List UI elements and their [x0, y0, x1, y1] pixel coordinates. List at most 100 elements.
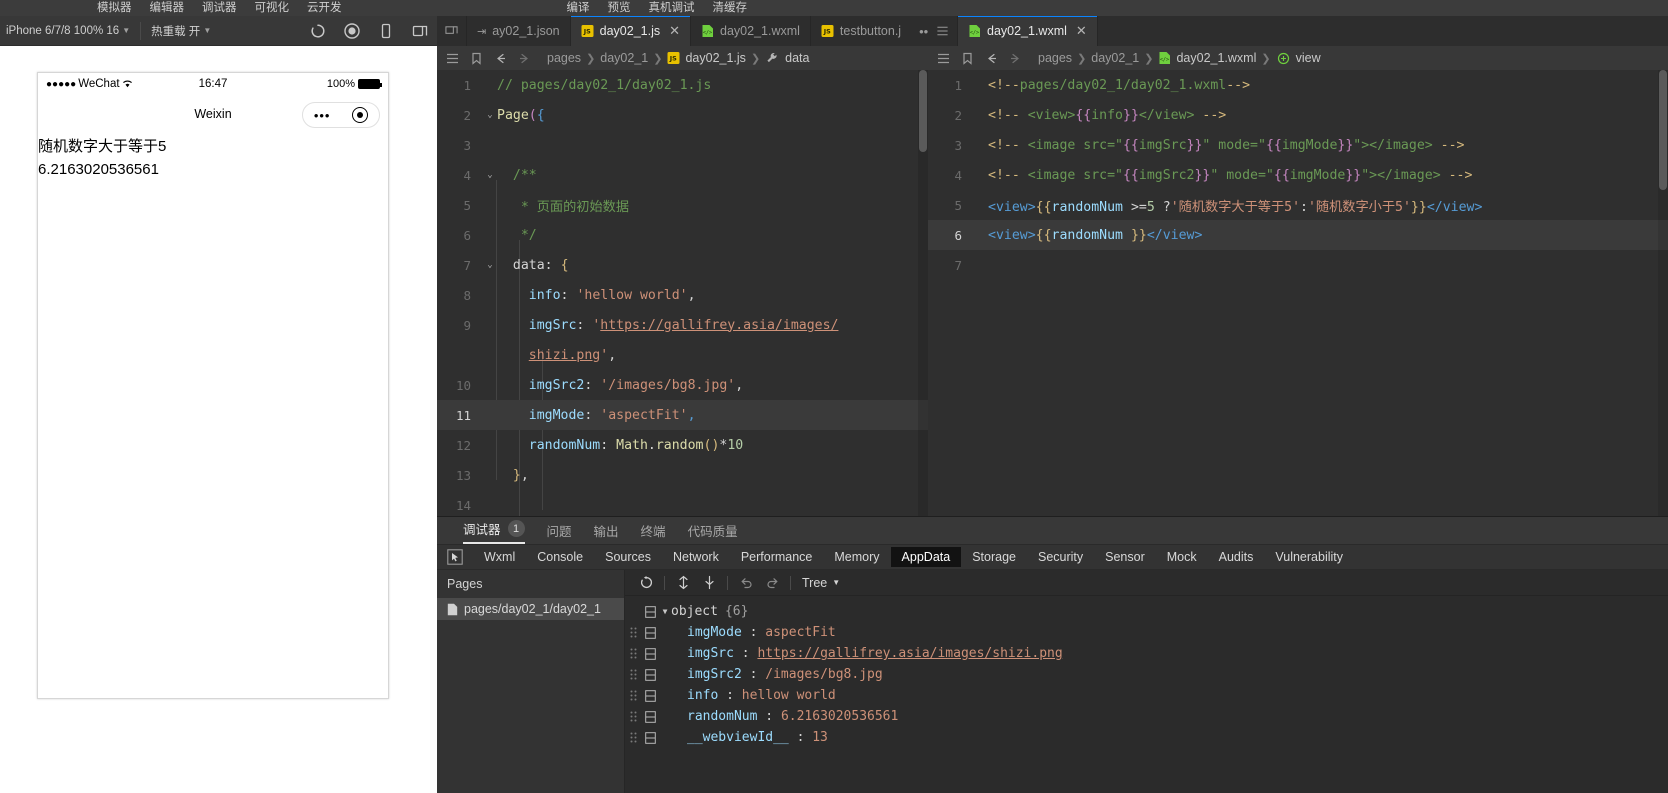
- devtools-tab[interactable]: Vulnerability: [1264, 547, 1354, 567]
- code-line[interactable]: 10 imgSrc2: '/images/bg8.jpg',: [437, 370, 928, 400]
- debugger-tab[interactable]: 终端: [641, 521, 666, 544]
- edit-box-icon[interactable]: [641, 731, 659, 744]
- breadcrumb-part-day02_1[interactable]: day02_1: [600, 51, 648, 65]
- breadcrumb-part-pages[interactable]: pages: [547, 51, 581, 65]
- devtools-tab[interactable]: Mock: [1156, 547, 1208, 567]
- fold-toggle-icon[interactable]: ⌄: [483, 110, 497, 120]
- devtools-tab[interactable]: Sources: [594, 547, 662, 567]
- more-icon[interactable]: •••: [314, 109, 331, 122]
- pages-list-item[interactable]: pages/day02_1/day02_1: [437, 598, 624, 620]
- code-line[interactable]: 2 ⌄ Page({: [437, 100, 928, 130]
- tree-root-row[interactable]: ▼ object {6}: [625, 601, 1668, 622]
- row-grip[interactable]: [625, 648, 641, 659]
- debugger-tab[interactable]: 代码质量: [688, 521, 738, 544]
- code-line[interactable]: shizi.png',: [437, 340, 928, 370]
- code-line[interactable]: 13 },: [437, 460, 928, 490]
- back-arrow-icon[interactable]: [493, 51, 508, 66]
- breadcrumb-part-pages[interactable]: pages: [1038, 51, 1072, 65]
- devtools-tab[interactable]: Storage: [961, 547, 1027, 567]
- tab-group-icon[interactable]: [928, 16, 958, 46]
- capsule-menu[interactable]: •••: [302, 102, 380, 128]
- js-editor-scrollbar[interactable]: [918, 70, 928, 540]
- row-grip[interactable]: [625, 690, 641, 701]
- devtools-tab[interactable]: Audits: [1208, 547, 1265, 567]
- menu-item-clear-cache[interactable]: 清缓存: [713, 0, 748, 16]
- refresh-icon[interactable]: [633, 573, 659, 593]
- code-line[interactable]: 6 */: [437, 220, 928, 250]
- devtools-tab[interactable]: Memory: [823, 547, 890, 567]
- hot-reload-selector[interactable]: 热重载 开 ▼: [151, 23, 211, 39]
- tab-day02_1-js[interactable]: JS day02_1.js ✕: [570, 16, 692, 46]
- debugger-tab[interactable]: 问题: [547, 521, 572, 544]
- menu-item-editor[interactable]: 编辑器: [150, 0, 185, 16]
- breadcrumb-part-day02_1[interactable]: day02_1: [1091, 51, 1139, 65]
- fold-toggle-icon[interactable]: ⌄: [483, 260, 497, 270]
- bookmark-icon[interactable]: [469, 51, 484, 66]
- edit-box-icon[interactable]: [641, 689, 659, 702]
- tree-row[interactable]: __webviewId__ : 13: [625, 727, 1668, 748]
- tree-row[interactable]: imgSrc2 : /images/bg8.jpg: [625, 664, 1668, 685]
- tab-day02_1-wxml[interactable]: </> day02_1.wxml: [691, 16, 811, 46]
- scrollbar-thumb[interactable]: [1659, 70, 1667, 190]
- devtools-tab[interactable]: AppData: [890, 547, 962, 567]
- code-line[interactable]: 5 <view>{{randomNum >=5 ?'随机数字大于等于5':'随机数…: [928, 190, 1668, 220]
- menu-item-visualization[interactable]: 可视化: [255, 0, 290, 16]
- device-selector[interactable]: iPhone 6/7/8 100% 16 ▼: [0, 25, 130, 37]
- tree-row[interactable]: imgMode : aspectFit: [625, 622, 1668, 643]
- menu-item-preview[interactable]: 预览: [608, 0, 631, 16]
- breadcrumb-part-file[interactable]: day02_1.wxml: [1176, 51, 1256, 65]
- edit-box-icon[interactable]: [641, 647, 659, 660]
- devtools-tab[interactable]: Security: [1027, 547, 1094, 567]
- outline-icon[interactable]: [936, 51, 951, 66]
- tree-row[interactable]: randomNum : 6.2163020536561: [625, 706, 1668, 727]
- devtools-tab[interactable]: Console: [526, 547, 594, 567]
- code-line[interactable]: 1 // pages/day02_1/day02_1.js: [437, 70, 928, 100]
- tab-day02_1-wxml-active[interactable]: </> day02_1.wxml ✕: [958, 16, 1098, 46]
- menu-item-real-device-debug[interactable]: 真机调试: [649, 0, 695, 16]
- breadcrumb-part-symbol[interactable]: view: [1296, 51, 1321, 65]
- scrollbar-thumb[interactable]: [919, 70, 927, 152]
- close-icon[interactable]: ✕: [669, 23, 680, 39]
- code-line[interactable]: 2 <!-- <view>{{info}}</view> -->: [928, 100, 1668, 130]
- code-line[interactable]: 3: [437, 130, 928, 160]
- disclosure-triangle-icon[interactable]: ▼: [659, 607, 671, 616]
- edit-box-icon[interactable]: [641, 605, 659, 618]
- close-target-icon[interactable]: [352, 107, 369, 123]
- tree-row[interactable]: info : hellow world: [625, 685, 1668, 706]
- undo-icon[interactable]: [733, 573, 759, 593]
- bookmark-icon[interactable]: [960, 51, 975, 66]
- close-icon[interactable]: ✕: [1076, 23, 1087, 39]
- wxml-code-area[interactable]: 1 <!--pages/day02_1/day02_1.wxml--> 2 <!-- …: [928, 70, 1668, 516]
- chevron-down-icon[interactable]: ▼: [832, 578, 840, 587]
- devtools-tab[interactable]: Wxml: [473, 547, 526, 567]
- code-line[interactable]: 11 imgMode: 'aspectFit',: [437, 400, 928, 430]
- fold-toggle-icon[interactable]: ⌄: [483, 170, 497, 180]
- back-arrow-icon[interactable]: [984, 51, 999, 66]
- menu-item-debugger[interactable]: 调试器: [202, 0, 237, 16]
- redo-icon[interactable]: [759, 573, 785, 593]
- detach-window-icon[interactable]: [411, 22, 429, 40]
- tab-group-icon[interactable]: [437, 16, 467, 46]
- menu-item-compile[interactable]: 编译: [567, 0, 590, 16]
- code-line[interactable]: 8 info: 'hellow world',: [437, 280, 928, 310]
- forward-arrow-icon[interactable]: [1008, 51, 1023, 66]
- code-line[interactable]: 7 ⌄ data: {: [437, 250, 928, 280]
- menu-item-simulator[interactable]: 模拟器: [97, 0, 132, 16]
- devtools-tab[interactable]: Sensor: [1094, 547, 1156, 567]
- row-grip[interactable]: [625, 732, 641, 743]
- breadcrumb-part-symbol[interactable]: data: [785, 51, 809, 65]
- tree-row[interactable]: imgSrc : https://gallifrey.asia/images/s…: [625, 643, 1668, 664]
- refresh-icon[interactable]: [309, 22, 327, 40]
- js-code-area[interactable]: 1// pages/day02_1/day02_1.js 2 ⌄ Page({3 4 ⌄ …: [437, 70, 928, 540]
- code-line[interactable]: 4 <!-- <image src="{{imgSrc2}}" mode="{{i…: [928, 160, 1668, 190]
- code-line[interactable]: 5 * 页面的初始数据: [437, 190, 928, 220]
- tab-testbutton-js[interactable]: JS testbutton.j: [810, 16, 912, 46]
- outline-icon[interactable]: [445, 51, 460, 66]
- code-line[interactable]: 4 ⌄ /**: [437, 160, 928, 190]
- debugger-tab[interactable]: 输出: [594, 521, 619, 544]
- devtools-tab[interactable]: Performance: [730, 547, 824, 567]
- forward-arrow-icon[interactable]: [517, 51, 532, 66]
- code-line[interactable]: 6 <view>{{randomNum }}</view>: [928, 220, 1668, 250]
- code-line[interactable]: 9 imgSrc: 'https://gallifrey.asia/images…: [437, 310, 928, 340]
- edit-box-icon[interactable]: [641, 626, 659, 639]
